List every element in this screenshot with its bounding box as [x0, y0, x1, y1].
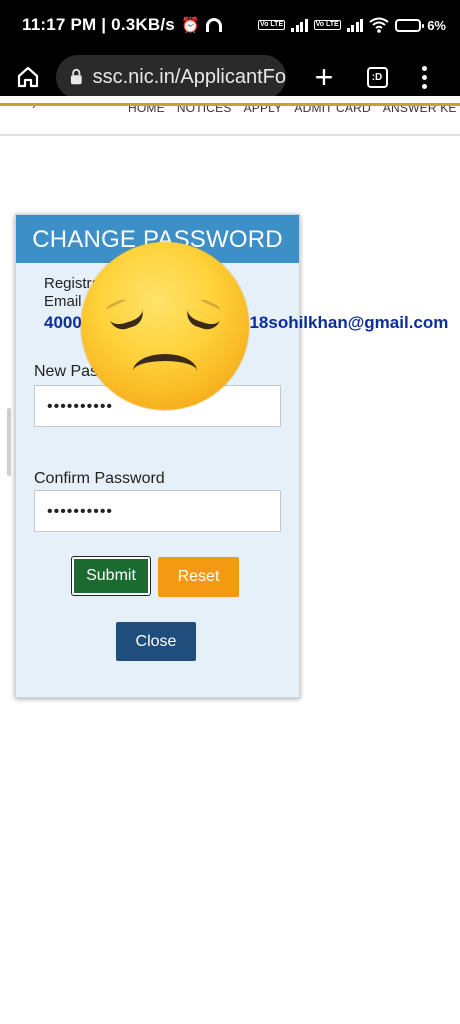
confirm-password-field[interactable]: •••••••••• — [34, 490, 281, 532]
wifi-icon — [369, 17, 389, 33]
more-dot-icon — [421, 74, 427, 80]
submit-button[interactable]: Submit — [71, 556, 151, 596]
battery-percent: 6% — [427, 17, 446, 33]
emoji-eye-left — [109, 309, 147, 333]
confirm-password-label: Confirm Password — [34, 470, 165, 487]
tab-count-icon: :D — [366, 66, 388, 88]
emoji-brow-left — [104, 297, 128, 313]
lock-icon — [70, 68, 82, 85]
scrollbar[interactable] — [7, 408, 11, 476]
registration-value: 4000 — [44, 313, 82, 332]
more-dot-icon — [421, 83, 427, 89]
signal-icon-1 — [291, 18, 308, 32]
reset-button[interactable]: Reset — [158, 557, 239, 597]
emoji-mouth — [133, 354, 197, 388]
emoji-brow-right — [198, 297, 222, 313]
more-dot-icon — [421, 65, 427, 71]
disappointed-face-emoji-icon — [81, 242, 249, 410]
header-divider — [0, 103, 460, 106]
address-bar[interactable]: ssc.nic.in/ApplicantFo — [56, 55, 286, 99]
home-icon — [17, 66, 39, 88]
close-button[interactable]: Close — [116, 622, 196, 661]
signal-icon-2 — [346, 18, 364, 32]
status-bar: 11:17 PM | 0.3KB/s ⏰ Vo LTE Vo LTE 6% — [0, 0, 460, 50]
registered-email-value: 318sohilkhan@gmail.com — [240, 313, 449, 332]
volte-badge-1: Vo LTE — [258, 20, 286, 30]
volte-badge-2: Vo LTE — [313, 20, 341, 30]
time-and-speed: 11:17 PM | 0.3KB/s — [22, 15, 175, 34]
headphone-icon — [205, 18, 222, 32]
plus-icon: + — [314, 58, 334, 95]
status-icons: Vo LTE Vo LTE 6% — [258, 17, 446, 33]
alarm-icon: ⏰ — [180, 17, 200, 34]
site-navigation: › HOME NOTICES APPLY ADMIT CARD ANSWER K… — [0, 96, 460, 136]
battery-icon — [395, 18, 425, 32]
emoji-eye-right — [183, 309, 221, 333]
url-text: ssc.nic.in/ApplicantFo — [92, 65, 286, 88]
